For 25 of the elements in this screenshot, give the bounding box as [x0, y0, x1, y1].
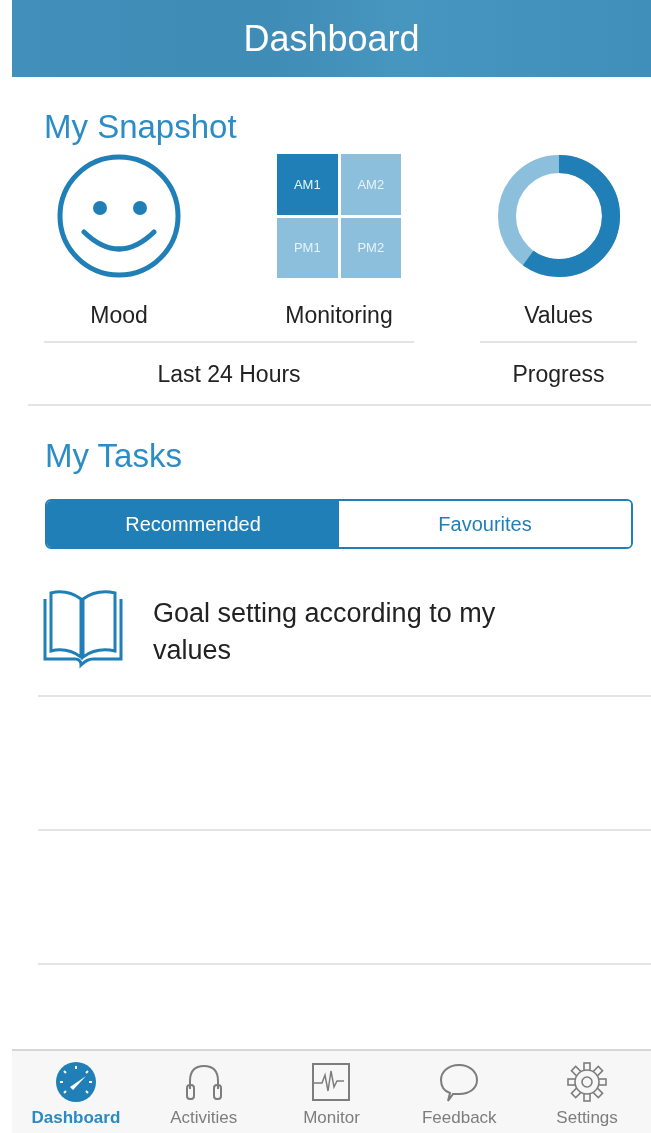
settings-icon [566, 1061, 609, 1103]
tab-bar-item[interactable]: Settings [523, 1051, 651, 1133]
gauge-icon [54, 1061, 97, 1103]
grid-cell: AM2 [340, 154, 401, 215]
snapshot-label[interactable]: Monitoring [285, 302, 393, 329]
snapshot-caption: Progress [512, 361, 605, 388]
tab-bar-item[interactable]: Dashboard [12, 1051, 140, 1133]
section-title: My Tasks [45, 437, 182, 475]
grid-cell: PM2 [340, 217, 401, 278]
snapshot-label[interactable]: Mood [90, 302, 148, 329]
tab-bar-item[interactable]: Activities [139, 1051, 268, 1133]
snapshot-caption: Last 24 Hours [157, 361, 301, 388]
tab-bar-item[interactable]: Feedback [395, 1051, 524, 1133]
section-title: My Snapshot [44, 108, 238, 146]
tab-bar-item[interactable]: Monitor [267, 1051, 396, 1133]
header-title: Dashboard [243, 17, 420, 60]
pulse-icon [310, 1061, 353, 1103]
snapshot-label[interactable]: Values [524, 302, 593, 329]
speech-bubble-icon [438, 1061, 481, 1103]
grid-cell: PM1 [277, 217, 338, 278]
task-title[interactable]: Goal setting according to my values [153, 585, 573, 669]
segment-tab[interactable]: Recommended [47, 501, 339, 547]
monitoring-grid[interactable]: AM1 AM2 PM1 PM2 [277, 154, 401, 278]
smiley-icon[interactable] [57, 154, 181, 278]
grid-cell: AM1 [277, 154, 338, 215]
